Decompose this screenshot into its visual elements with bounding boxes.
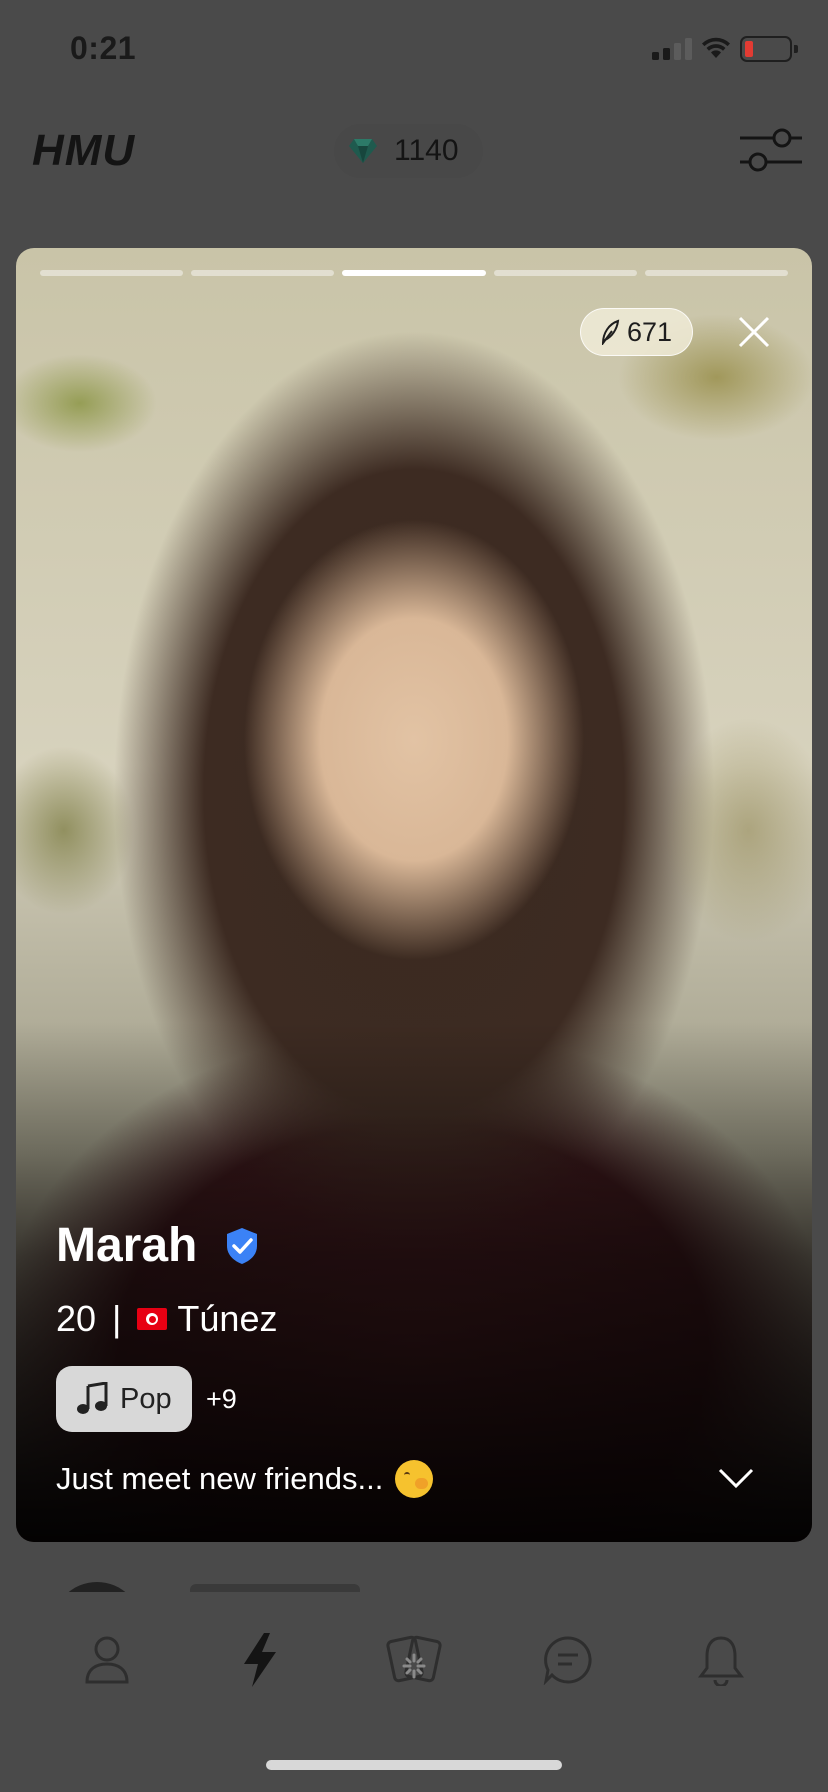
nav-chat[interactable]	[533, 1625, 603, 1695]
profile-bio: Just meet new friends...	[56, 1460, 434, 1498]
close-icon[interactable]	[734, 312, 774, 352]
profile-country: Túnez	[177, 1298, 278, 1339]
nav-cards[interactable]	[379, 1625, 449, 1695]
photo-progress	[40, 270, 789, 276]
chevron-down-icon[interactable]	[716, 1462, 756, 1494]
photo-progress-segment-active	[342, 270, 486, 276]
feather-icon	[601, 319, 620, 345]
next-profile-name	[190, 1584, 360, 1592]
like-count-badge[interactable]: 671	[580, 308, 694, 356]
app-logo: HMU	[32, 126, 136, 175]
more-interests[interactable]: +9	[206, 1384, 237, 1415]
photo-progress-segment	[40, 270, 184, 276]
status-time: 0:21	[70, 30, 137, 66]
interest-label: Pop	[120, 1382, 172, 1415]
verified-badge-icon	[227, 1228, 257, 1264]
profile-age: 20	[56, 1298, 97, 1339]
nav-notifications[interactable]	[686, 1625, 756, 1695]
meta-separator: |	[112, 1298, 122, 1339]
filter-settings-icon[interactable]	[738, 124, 802, 176]
next-profile-peek	[0, 1552, 828, 1592]
photo-progress-segment	[191, 270, 335, 276]
gem-icon	[349, 139, 377, 163]
profile-name: Marah	[56, 1219, 198, 1272]
battery-icon	[740, 36, 798, 62]
bio-text: Just meet new friends...	[56, 1461, 384, 1496]
chat-icon	[543, 1636, 592, 1685]
bell-icon	[698, 1636, 745, 1686]
like-count: 671	[627, 316, 673, 347]
nav-profile[interactable]	[72, 1625, 142, 1695]
home-indicator	[266, 1760, 562, 1770]
status-bar: 0:21	[0, 0, 828, 100]
gem-count: 1140	[394, 134, 459, 167]
photo-progress-segment	[493, 270, 637, 276]
next-profile-avatar	[52, 1582, 142, 1592]
profile-icon	[85, 1636, 129, 1684]
nav-discover[interactable]	[225, 1625, 295, 1695]
bottom-nav	[0, 1600, 828, 1720]
photo-progress-segment	[644, 270, 789, 276]
cellular-signal-icon	[652, 38, 692, 60]
interest-chip[interactable]: Pop	[56, 1366, 192, 1432]
gem-balance[interactable]: 1140	[334, 124, 483, 178]
profile-meta: 20 | Túnez	[56, 1298, 277, 1340]
lightning-icon	[244, 1633, 277, 1687]
tunisia-flag-icon	[137, 1308, 168, 1330]
wifi-icon	[702, 37, 730, 58]
profile-card[interactable]: 671 Marah 20 | Túnez Pop +9 Just meet ne…	[16, 248, 812, 1542]
hand-over-mouth-emoji-icon	[395, 1460, 434, 1498]
cards-icon	[386, 1635, 442, 1683]
music-note-icon	[77, 1382, 108, 1414]
